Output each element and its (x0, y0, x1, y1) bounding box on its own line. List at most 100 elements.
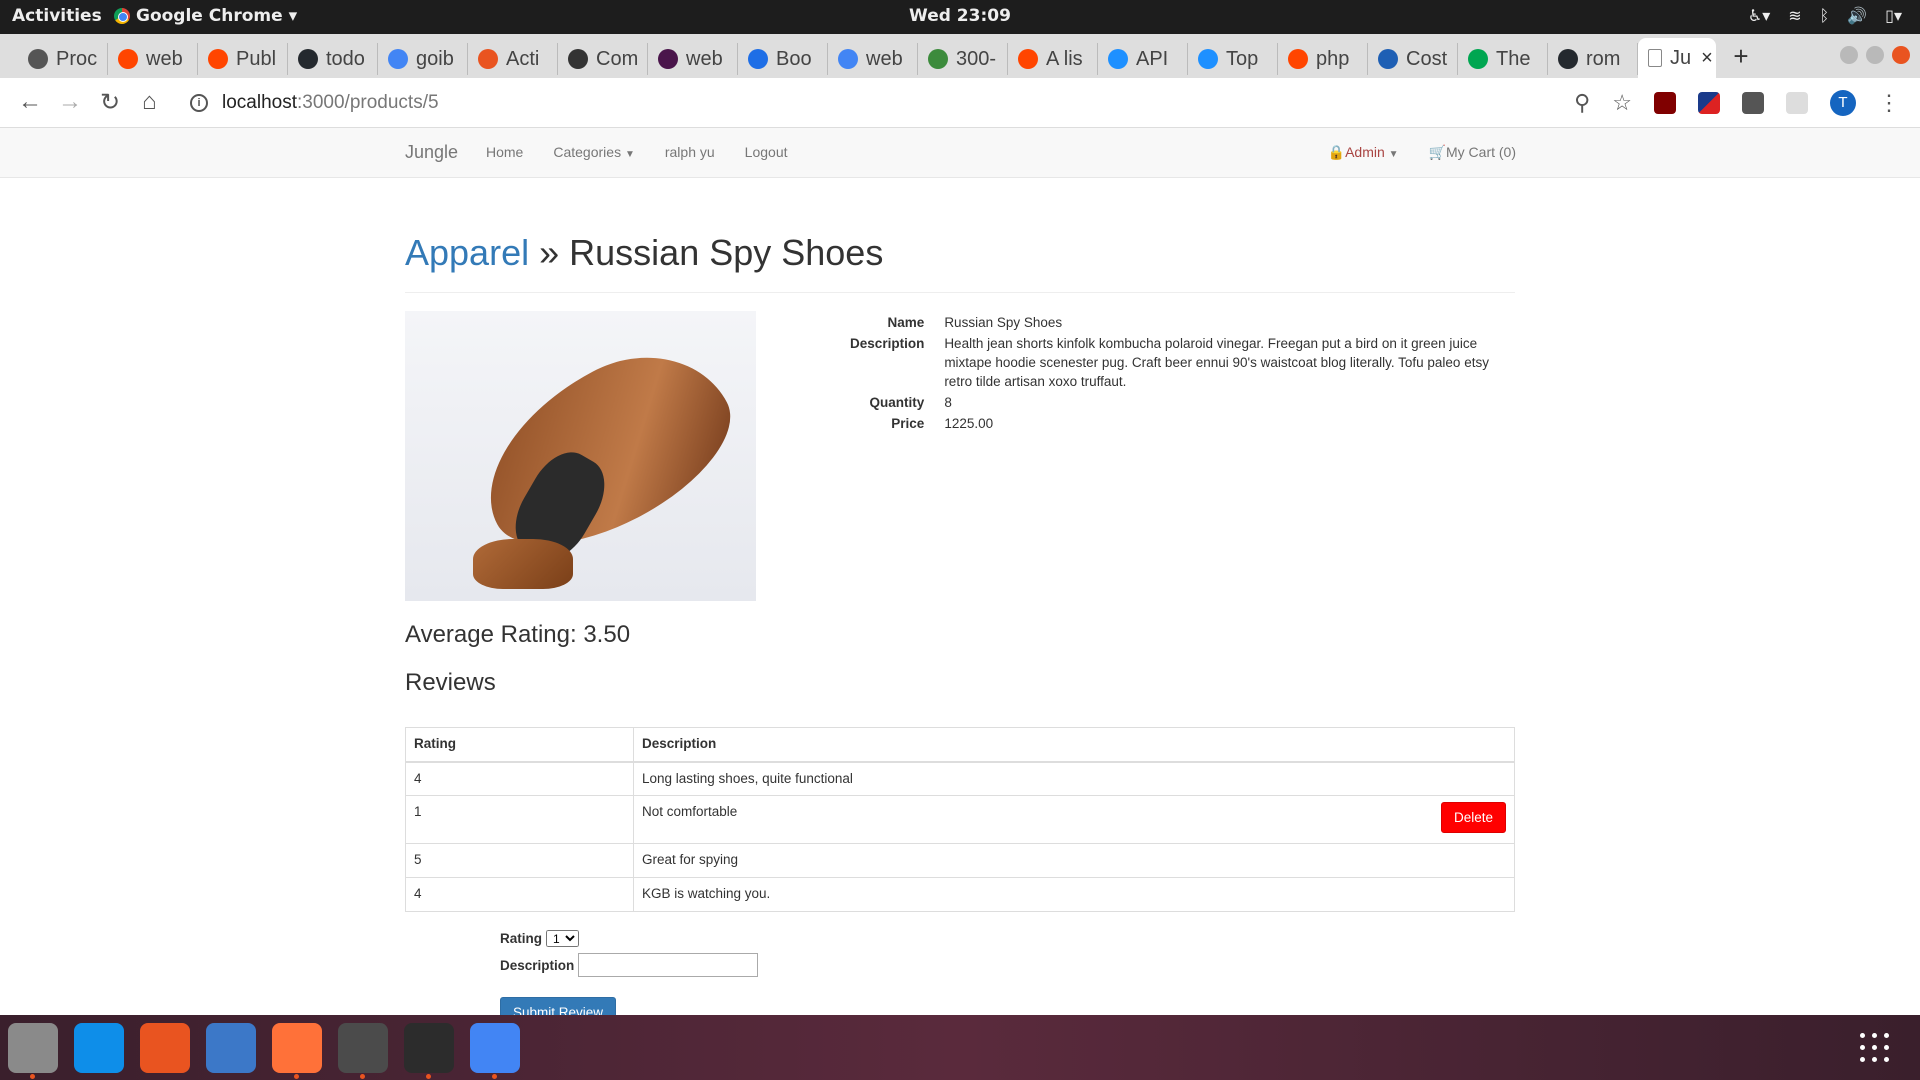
back-icon[interactable]: ← (18, 88, 42, 116)
tab-favicon-icon (28, 49, 48, 69)
delete-review-button[interactable]: Delete (1440, 802, 1506, 833)
show-apps-icon[interactable] (1860, 1033, 1890, 1063)
pocket-extension-icon[interactable] (1742, 92, 1764, 114)
review-rating: 1 (405, 795, 634, 844)
tab[interactable]: Top (1188, 43, 1278, 75)
review-form: Rating 1 Description Submit Review (500, 930, 1515, 1028)
terminal-icon[interactable] (404, 1023, 454, 1079)
files-icon[interactable] (8, 1023, 58, 1079)
forward-icon[interactable]: → (58, 88, 82, 116)
teamviewer-icon[interactable] (74, 1023, 124, 1073)
zoom-icon[interactable]: ⚲ (1574, 90, 1590, 116)
table-row: 5 Great for spying (405, 843, 1515, 878)
tab[interactable]: 300- (918, 43, 1008, 75)
tab-favicon-icon (838, 49, 858, 69)
tab[interactable]: Publ (198, 43, 288, 75)
review-description: Great for spying (642, 852, 739, 867)
window-close-button[interactable] (1892, 46, 1910, 64)
tab[interactable]: web (108, 43, 198, 75)
software-center-icon[interactable] (140, 1023, 190, 1073)
review-rating: 4 (405, 761, 634, 796)
nav-logout[interactable]: Logout (745, 144, 788, 160)
nav-cart[interactable]: 🛒My Cart (0) (1429, 144, 1516, 161)
url-host: localhost (222, 92, 297, 113)
running-indicator (360, 1074, 365, 1079)
rating-select[interactable]: 1 (546, 930, 579, 947)
running-indicator (294, 1074, 299, 1079)
tab[interactable]: rom (1548, 43, 1638, 75)
maximize-button[interactable] (1866, 46, 1884, 64)
category-link[interactable]: Apparel (405, 232, 529, 273)
review-rating: 4 (405, 877, 634, 912)
tab[interactable]: Cost (1368, 43, 1458, 75)
system-tray[interactable]: ♿▾ ≋ ᛒ 🔊 ▯▾ (1748, 6, 1902, 25)
bluetooth-icon[interactable]: ᛒ (1820, 6, 1830, 25)
tab-active[interactable]: Ju × (1638, 38, 1716, 78)
tab[interactable]: Proc (18, 43, 108, 75)
new-tab-button[interactable]: + (1716, 41, 1766, 72)
bookmark-star-icon[interactable]: ☆ (1612, 90, 1632, 116)
minimize-button[interactable] (1840, 46, 1858, 64)
review-description: Long lasting shoes, quite functional (642, 770, 853, 786)
tab[interactable]: Boo (738, 43, 828, 75)
close-icon[interactable]: × (1701, 47, 1713, 70)
tab[interactable]: The (1458, 43, 1548, 75)
tab[interactable]: goib (378, 43, 468, 75)
tab[interactable]: Com (558, 43, 648, 75)
review-description-cell: Great for spying (633, 843, 1515, 878)
nav-categories[interactable]: Categories ▼ (553, 144, 635, 160)
info-icon[interactable]: i (190, 94, 208, 112)
tab-label: A lis (1046, 47, 1083, 70)
tab-strip: Proc web Publ todo goib Acti Com web Boo web 300- A… (0, 34, 1920, 78)
navbar-links: Home Categories ▼ ralph yu Logout (486, 144, 788, 160)
tab[interactable]: todo (288, 43, 378, 75)
accessibility-icon[interactable]: ♿▾ (1748, 6, 1770, 25)
chrome-icon[interactable] (470, 1023, 520, 1079)
caret-down-icon: ▼ (1388, 149, 1399, 160)
home-icon[interactable]: ⌂ (142, 88, 157, 116)
tab[interactable]: Acti (468, 43, 558, 75)
navbar-right: 🔒Admin ▼ 🛒My Cart (0) (1328, 144, 1516, 161)
details-list: Name Russian Spy Shoes Description Health j… (846, 313, 1515, 433)
rating-row: Rating 1 (500, 930, 1515, 947)
volume-icon[interactable]: 🔊 (1847, 6, 1867, 25)
nav-home[interactable]: Home (486, 144, 523, 160)
tab[interactable]: web (648, 43, 738, 75)
nav-admin-label: Admin (1345, 144, 1385, 160)
tab-favicon-icon (658, 49, 678, 69)
clock[interactable]: Wed 23:09 (0, 6, 1920, 26)
address-bar[interactable]: i localhost:3000/products/5 (190, 86, 1580, 120)
tab[interactable]: A lis (1008, 43, 1098, 75)
window-controls (1840, 46, 1910, 64)
navbar-brand[interactable]: Jungle (405, 142, 458, 163)
menu-kebab-icon[interactable]: ⋮ (1878, 90, 1900, 116)
wifi-icon[interactable]: ≋ (1788, 6, 1801, 25)
tab-favicon-icon (1108, 49, 1128, 69)
tab[interactable]: API (1098, 43, 1188, 75)
url-path: :3000/products/5 (297, 92, 439, 113)
detail-value: 1225.00 (944, 416, 994, 431)
average-rating: Average Rating: 3.50 (405, 621, 631, 648)
tab-label: 300- (956, 47, 997, 70)
firefox-icon[interactable] (272, 1023, 322, 1079)
nav-categories-label: Categories (553, 144, 622, 160)
tab-favicon-icon (478, 49, 498, 69)
extension-icon[interactable] (1698, 92, 1720, 114)
tab[interactable]: web (828, 43, 918, 75)
battery-icon[interactable]: ▯▾ (1885, 6, 1902, 25)
nav-admin[interactable]: 🔒Admin ▼ (1328, 144, 1399, 161)
nav-user[interactable]: ralph yu (665, 144, 715, 160)
description-input[interactable] (578, 953, 759, 977)
rating-label: Rating (500, 931, 542, 946)
extension-icon[interactable] (1786, 92, 1808, 114)
shoe-heel-illustration (473, 539, 573, 589)
profile-avatar[interactable]: T (1830, 90, 1856, 116)
help-icon[interactable] (206, 1023, 256, 1073)
ublock-extension-icon[interactable] (1654, 92, 1676, 114)
tab-favicon-icon (1288, 49, 1308, 69)
reload-icon[interactable]: ↻ (100, 88, 120, 117)
review-description: Not comfortable (642, 804, 738, 819)
tab[interactable]: php (1278, 43, 1368, 75)
tab-favicon-icon (1468, 49, 1488, 69)
sublime-text-icon[interactable] (338, 1023, 388, 1079)
